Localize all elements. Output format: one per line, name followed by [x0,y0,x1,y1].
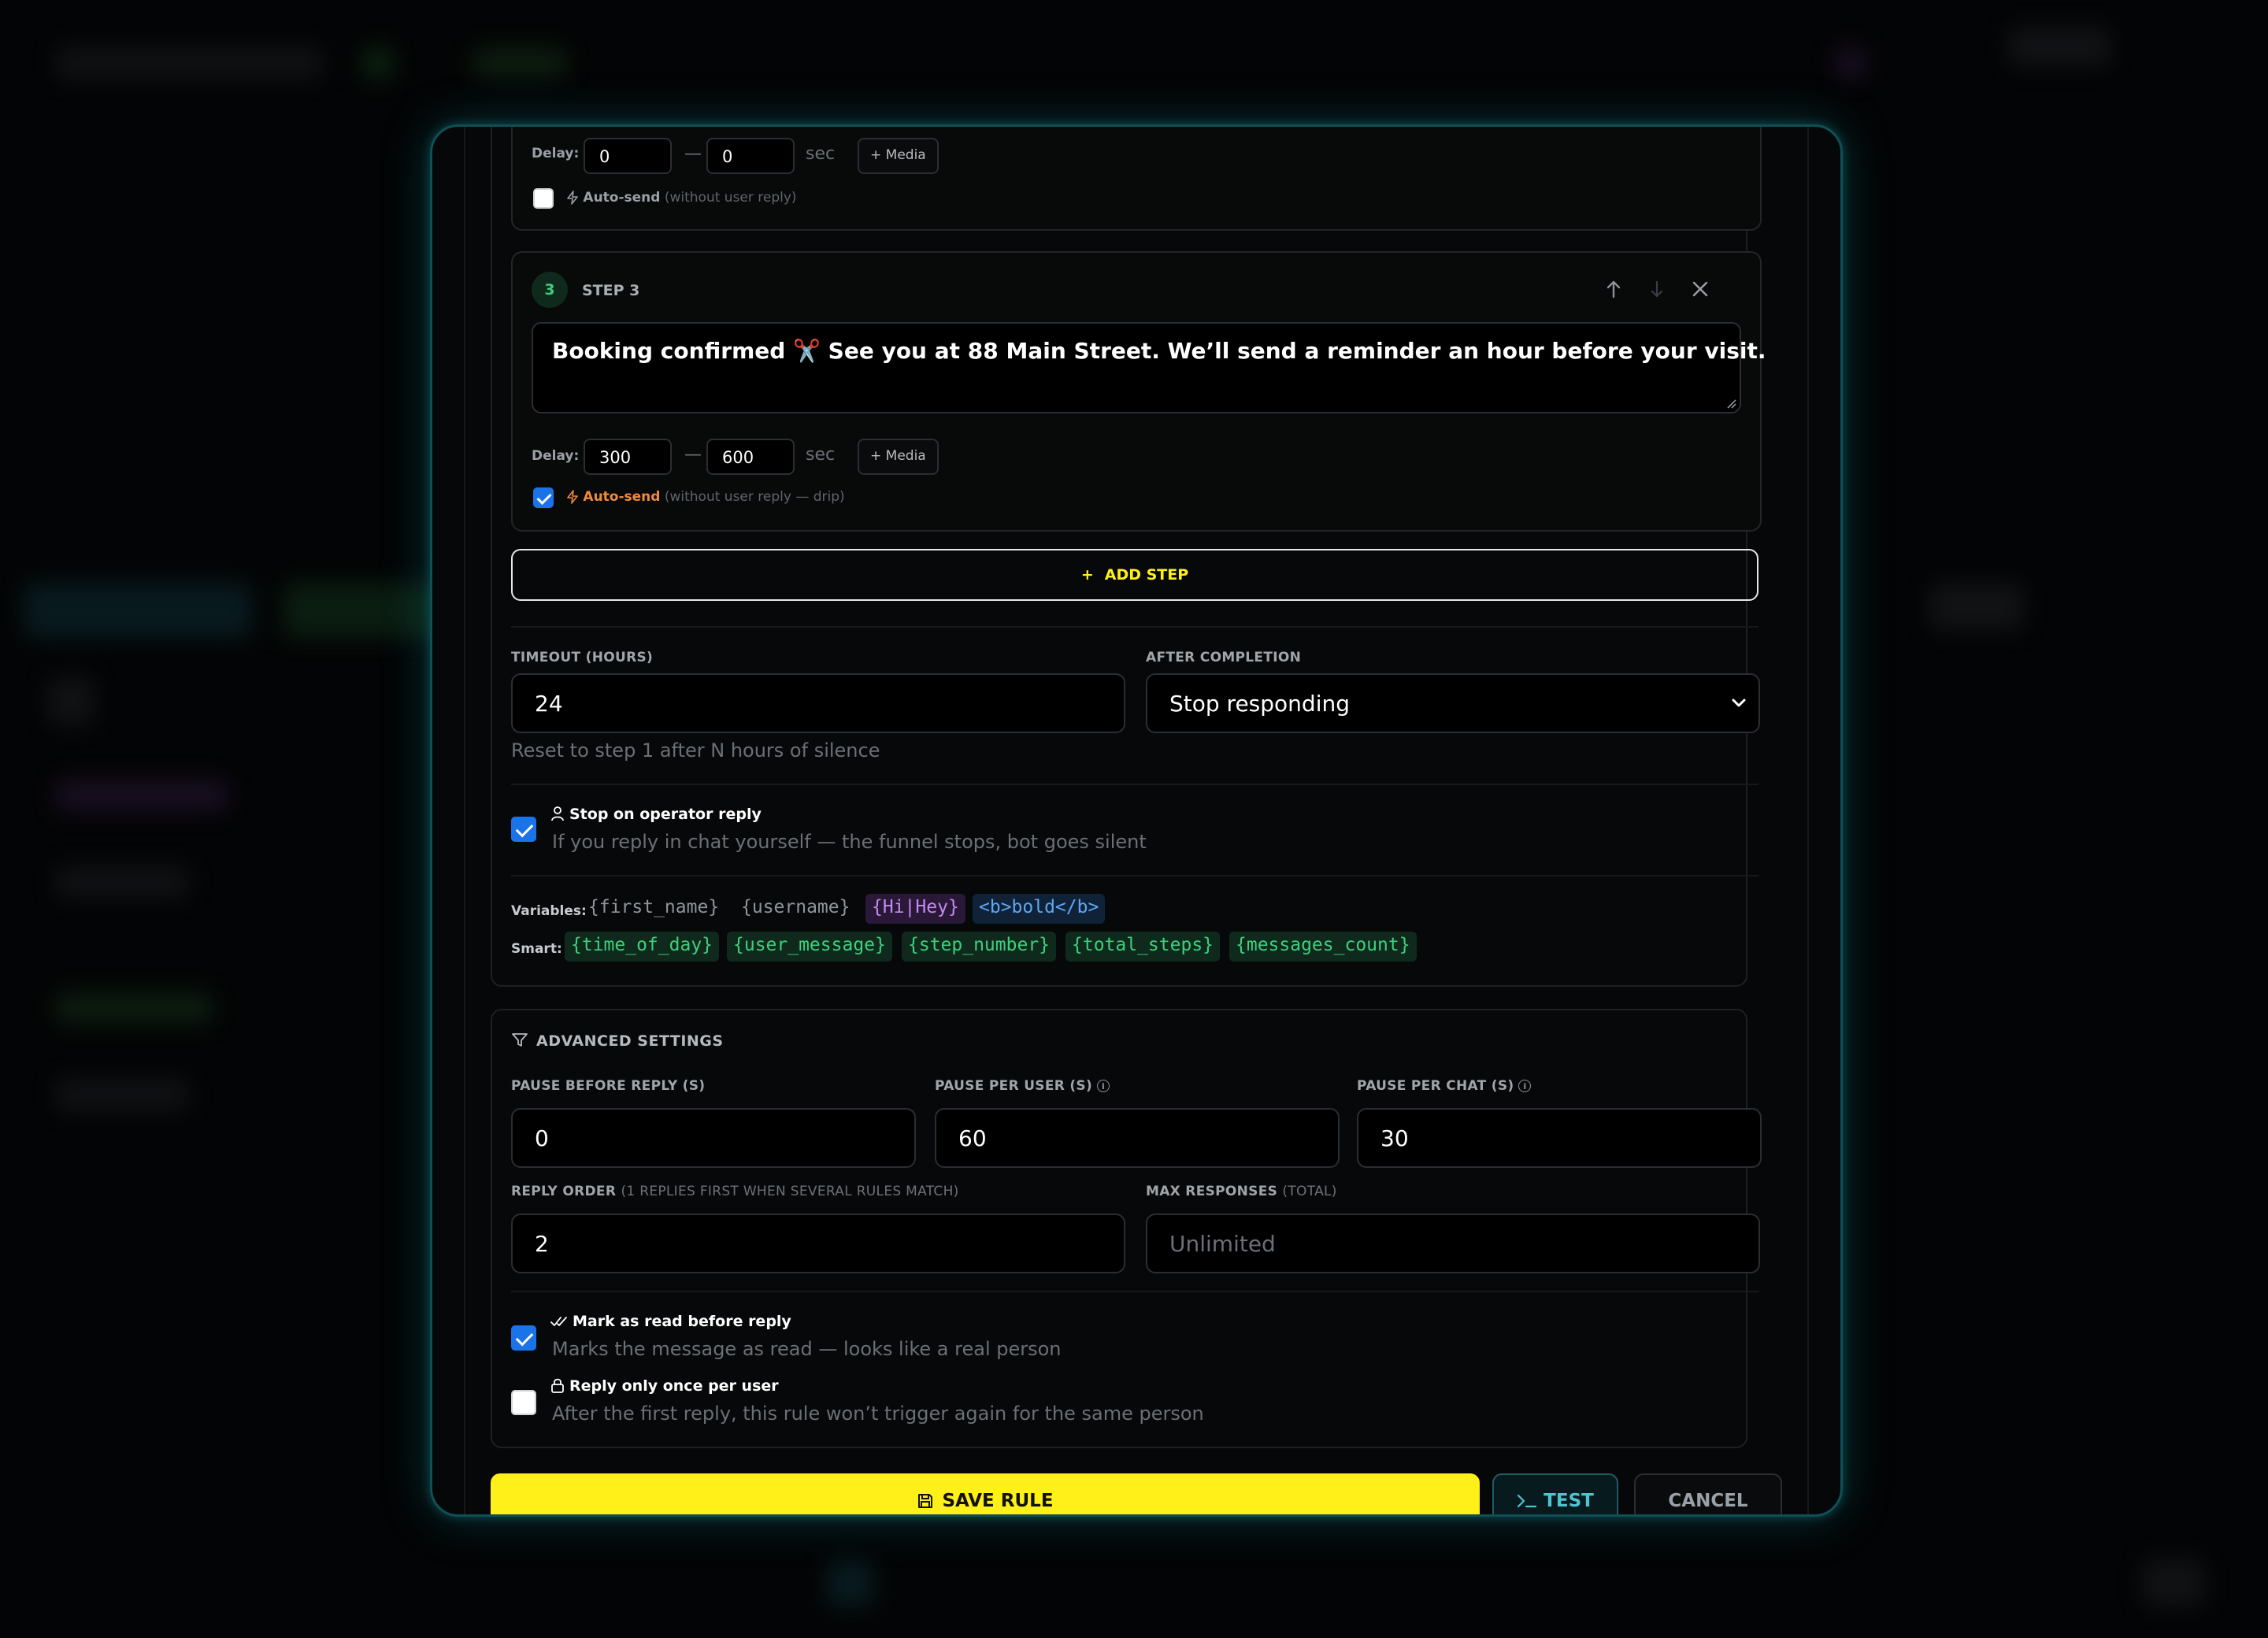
stop-on-operator-title: Stop on operator reply [569,806,762,823]
lightning-icon [567,490,578,504]
step-2-add-media-button[interactable]: + Media [858,138,939,174]
step-2-card: Delay: 0 — 0 sec + Media Auto-send (with… [511,127,1762,231]
variable-tag[interactable]: <b>bold</b> [973,894,1106,924]
mark-as-read-checkbox[interactable] [511,1325,536,1351]
step-3-title: STEP 3 [582,282,640,299]
pause-per-user-label: PAUSE PER USER (S) [935,1078,1093,1094]
terminal-icon [1518,1494,1537,1508]
add-step-button[interactable]: + ADD STEP [511,549,1758,601]
smart-tag[interactable]: {step_number} [902,932,1057,962]
move-up-icon[interactable] [1604,278,1623,303]
max-responses-label: MAX RESPONSES [1146,1184,1278,1199]
pause-per-user-input[interactable]: 60 [935,1108,1340,1168]
step-3-delay-unit: sec [806,445,836,465]
pause-before-reply-input[interactable]: 0 [511,1108,916,1168]
pause-per-chat-label: PAUSE PER CHAT (S) [1357,1078,1514,1094]
rule-editor-modal: Delay: 0 — 0 sec + Media Auto-send (with… [430,124,1843,1517]
chevron-down-icon [1732,699,1746,707]
mark-as-read-title: Mark as read before reply [573,1313,791,1330]
variable-tag[interactable]: {username} [735,894,856,924]
step-3-add-media-button[interactable]: + Media [858,439,939,475]
reply-once-title: Reply only once per user [569,1377,779,1395]
double-check-icon [550,1317,567,1326]
cancel-button[interactable]: CANCEL [1634,1473,1782,1514]
reply-once-checkbox[interactable] [511,1390,536,1415]
test-label: TEST [1544,1491,1594,1511]
save-rule-button[interactable]: SAVE RULE [491,1473,1480,1514]
step-3-autosend-hint: (without user reply — drip) [664,489,845,505]
after-completion-value: Stop responding [1169,691,1350,717]
add-step-label: ADD STEP [1104,566,1189,584]
smart-tag[interactable]: {messages_count} [1229,932,1417,962]
resize-handle-icon[interactable] [1725,398,1736,409]
step-3-message-textarea[interactable]: Booking confirmed ✂️ See you at 88 Main … [532,322,1766,413]
step-3-autosend-checkbox[interactable] [533,487,554,508]
test-button[interactable]: TEST [1492,1473,1618,1514]
step-2-delay-unit: sec [806,144,836,164]
step-3-card: 3 STEP 3 Booking confirmed ✂️ See you at… [511,251,1766,532]
save-icon [918,1494,933,1508]
step-3-message-emoji: ✂️ [793,338,821,364]
step-2-delay-max[interactable]: 0 [706,138,795,174]
user-icon [551,806,564,821]
step-3-delay-max[interactable]: 600 [706,439,795,475]
step-3-delay-label: Delay: [532,448,580,464]
after-completion-label: AFTER COMPLETION [1146,650,1302,665]
variables-label: Variables: [511,903,587,919]
timeout-hint: Reset to step 1 after N hours of silence [511,739,880,762]
variable-tag[interactable]: {Hi|Hey} [865,894,965,924]
delay-dash: — [684,144,702,164]
delay-dash: — [684,445,702,465]
step-3-message-prefix: Booking confirmed [552,338,786,364]
lightning-icon [567,191,578,205]
reply-order-input[interactable]: 2 [511,1214,1125,1273]
step-2-autosend-hint: (without user reply) [664,190,797,206]
step-3-message-text: See you at 88 Main Street. We’ll send a … [828,338,1766,364]
after-completion-select[interactable]: Stop responding [1146,673,1760,733]
step-2-delay-min[interactable]: 0 [584,138,672,174]
reply-order-label: REPLY ORDER [511,1184,617,1199]
advanced-settings-title: ADVANCED SETTINGS [536,1032,724,1050]
info-icon[interactable]: i [1518,1080,1532,1092]
smart-tag[interactable]: {total_steps} [1065,932,1221,962]
step-2-autosend-checkbox[interactable] [533,188,554,209]
stop-on-operator-hint: If you reply in chat yourself — the funn… [552,831,1147,853]
smart-tag[interactable]: {time_of_day} [565,932,720,962]
step-3-autosend-label: Auto-send [583,489,661,505]
info-icon[interactable]: i [1097,1080,1110,1092]
step-3-number-badge: 3 [532,272,568,308]
mark-as-read-hint: Marks the message as read — looks like a… [552,1338,1062,1360]
step-2-delay-label: Delay: [532,146,580,161]
step-2-autosend-label: Auto-send [583,190,661,206]
max-responses-hint: (TOTAL) [1282,1184,1337,1199]
pause-before-reply-label: PAUSE BEFORE REPLY (S) [511,1078,706,1094]
pause-per-chat-input[interactable]: 30 [1357,1108,1762,1168]
smart-label: Smart: [511,941,562,957]
move-down-icon[interactable] [1648,280,1666,303]
reply-order-hint: (1 REPLIES FIRST WHEN SEVERAL RULES MATC… [621,1184,959,1199]
plus-icon: + [1080,566,1094,584]
stop-on-operator-checkbox[interactable] [511,817,536,842]
timeout-input[interactable]: 24 [511,673,1125,733]
timeout-label: TIMEOUT (HOURS) [511,650,654,665]
close-icon[interactable] [1691,280,1710,302]
save-rule-label: SAVE RULE [942,1491,1054,1511]
max-responses-input[interactable]: Unlimited [1146,1214,1760,1273]
smart-tag[interactable]: {user_message} [727,932,892,962]
step-3-delay-min[interactable]: 300 [584,439,672,475]
variable-tag[interactable]: {first_name} [582,894,725,924]
filter-icon [512,1033,528,1047]
lock-icon [551,1378,564,1393]
reply-once-hint: After the first reply, this rule won’t t… [552,1403,1204,1425]
